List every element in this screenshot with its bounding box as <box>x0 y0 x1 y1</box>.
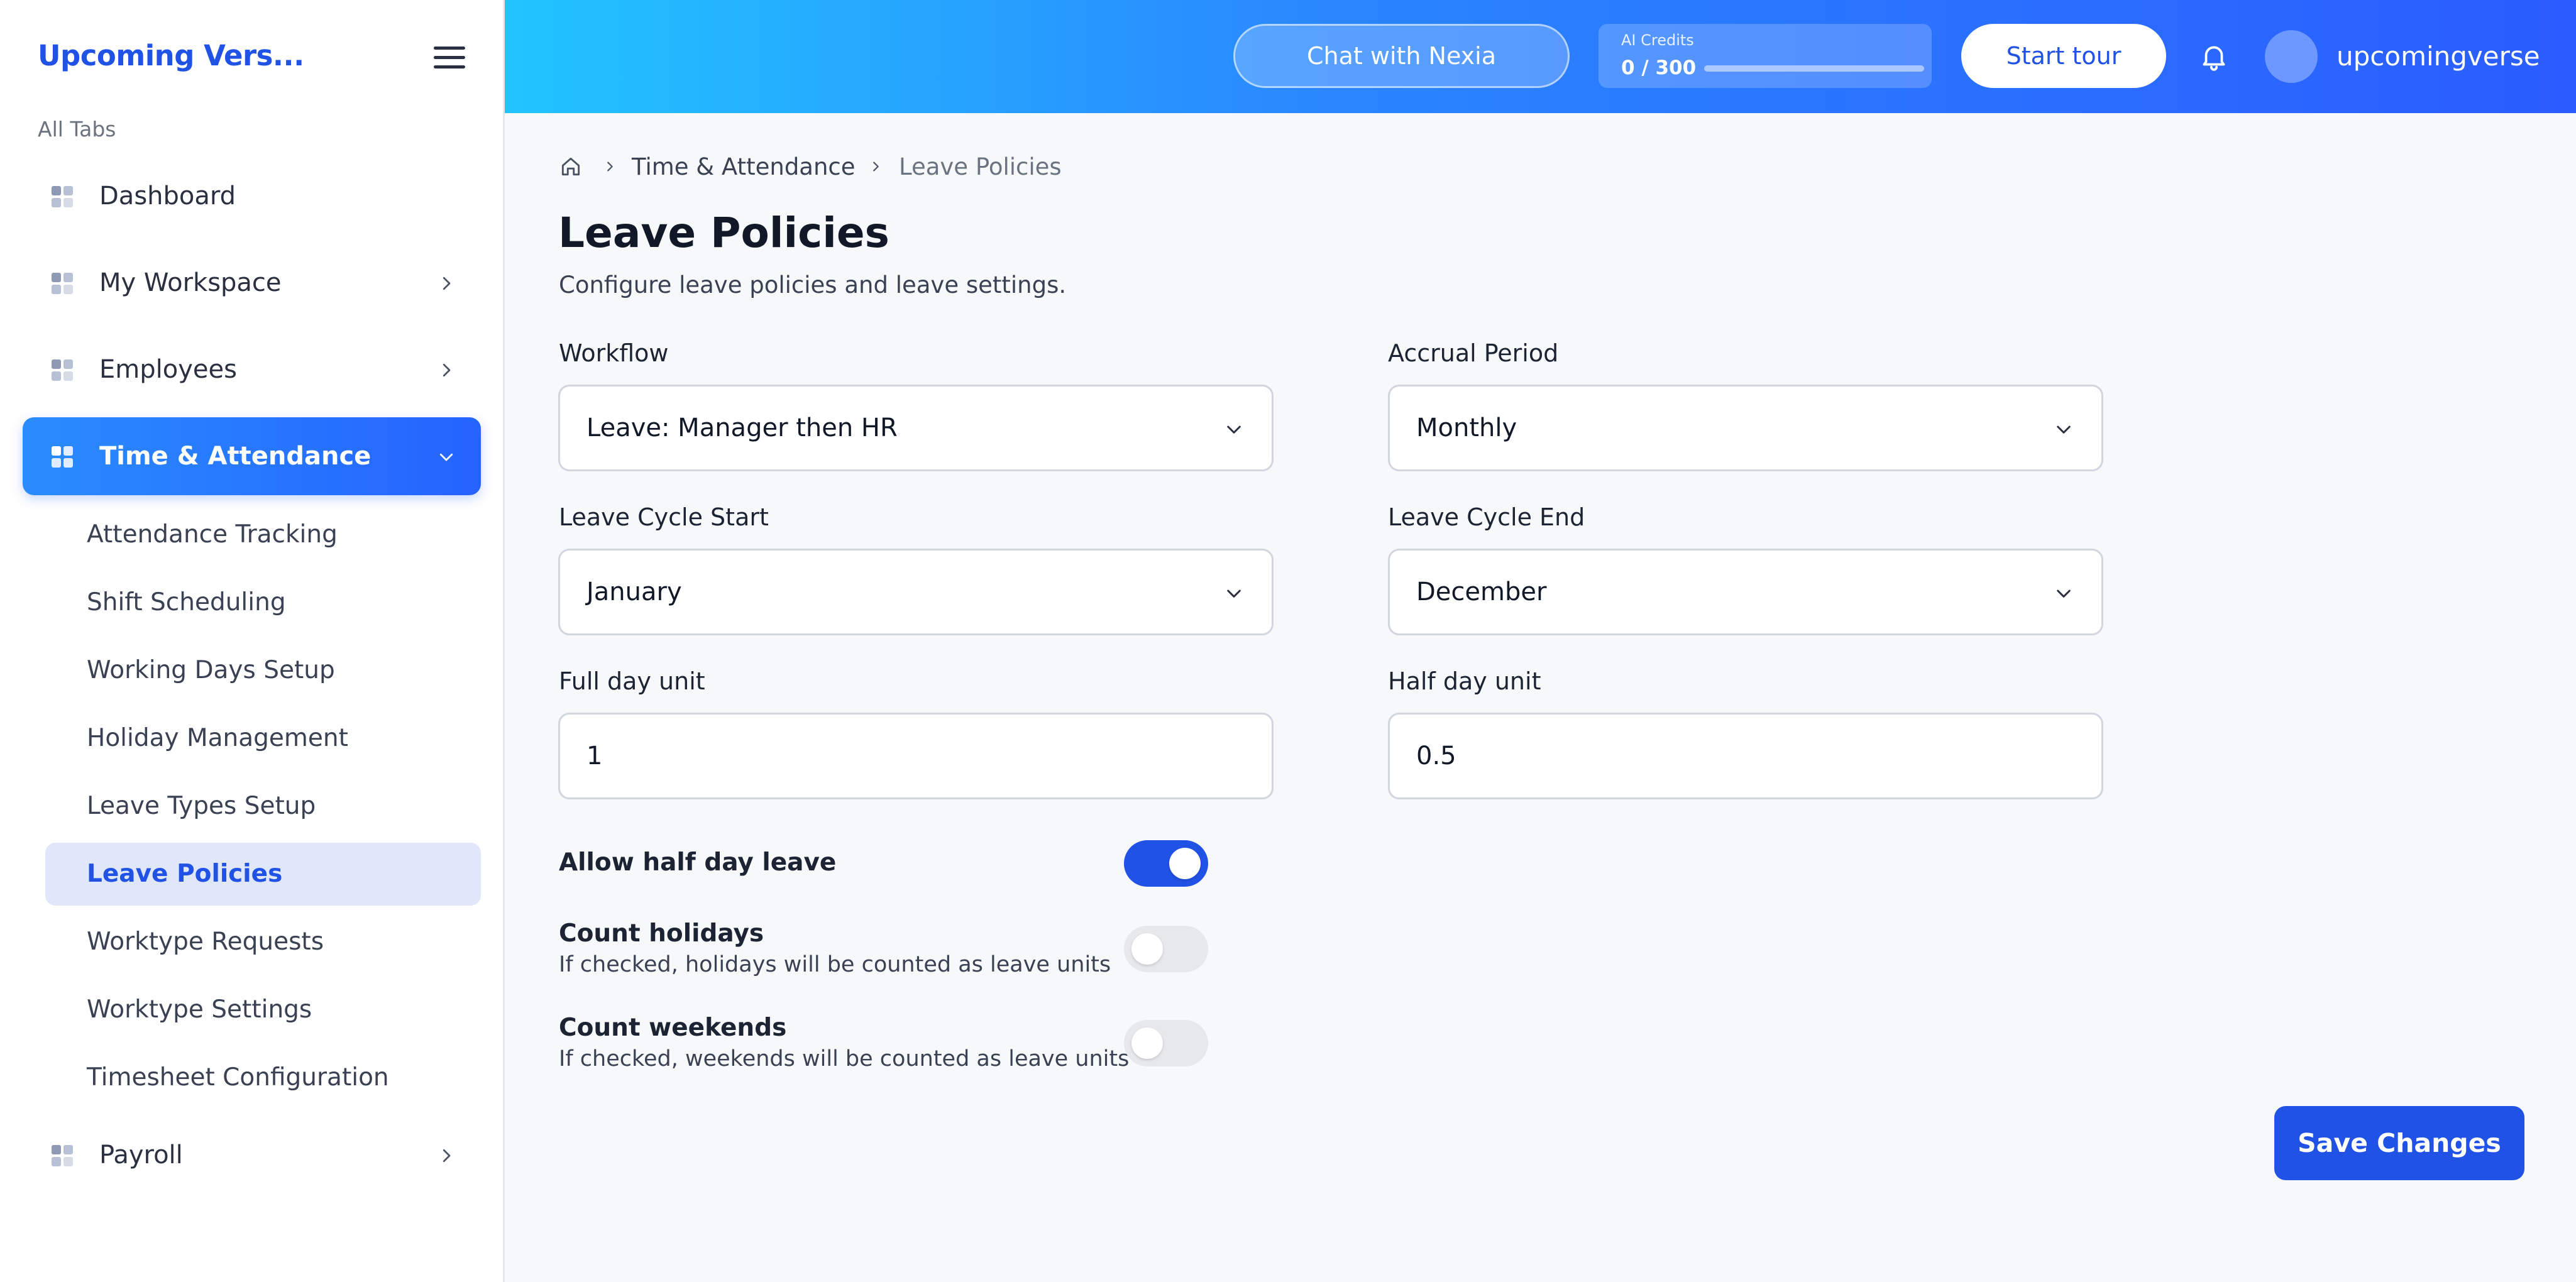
username[interactable]: upcomingverse <box>2337 0 2540 113</box>
grid-icon <box>52 273 73 294</box>
grid-icon <box>52 359 73 381</box>
leave-cycle-end-label: Leave Cycle End <box>1388 503 1585 531</box>
chevron-right-icon <box>873 162 879 172</box>
chevron-right-icon <box>443 1149 451 1163</box>
sidebar-subitem-label: Holiday Management <box>87 724 348 752</box>
sidebar-item-label: Dashboard <box>99 182 236 211</box>
sidebar-subitem-leave-policies[interactable]: Leave Policies <box>45 843 481 906</box>
sidebar-item-dashboard[interactable]: Dashboard <box>23 157 481 235</box>
sidebar-subitem-worktype-requests[interactable]: Worktype Requests <box>45 911 481 973</box>
leave-cycle-start-label: Leave Cycle Start <box>559 503 769 531</box>
sidebar-item-time-attendance[interactable]: Time & Attendance <box>23 417 481 495</box>
sidebar-subitem-label: Attendance Tracking <box>87 520 338 549</box>
chat-with-nexia-button[interactable]: Chat with Nexia <box>1233 24 1570 88</box>
section-label: All Tabs <box>38 117 116 141</box>
sidebar-item-employees[interactable]: Employees <box>23 331 481 408</box>
breadcrumb-item-current: Leave Policies <box>899 153 1062 180</box>
full-day-unit-label: Full day unit <box>559 667 705 695</box>
count-weekends-toggle[interactable] <box>1124 1020 1208 1066</box>
half-day-unit-input[interactable]: 0.5 <box>1388 713 2103 799</box>
count-holidays-description: If checked, holidays will be counted as … <box>559 952 1111 977</box>
workflow-select[interactable]: Leave: Manager then HR <box>558 385 1274 471</box>
chevron-right-icon <box>607 162 613 172</box>
sidebar-item-label: Time & Attendance <box>99 442 372 471</box>
toggle-knob <box>1131 1027 1163 1059</box>
leave-cycle-start-value: January <box>586 578 682 606</box>
start-tour-button[interactable]: Start tour <box>1961 24 2166 88</box>
sidebar-subitem-label: Working Days Setup <box>87 656 335 684</box>
sidebar-subitem-timesheet-configuration[interactable]: Timesheet Configuration <box>45 1046 481 1109</box>
chevron-down-icon <box>439 453 453 461</box>
sidebar-subitem-leave-types-setup[interactable]: Leave Types Setup <box>45 775 481 838</box>
count-weekends-label: Count weekends <box>559 1014 787 1042</box>
chevron-right-icon <box>443 277 451 290</box>
workflow-label: Workflow <box>559 339 669 367</box>
chevron-down-icon <box>2057 589 2071 598</box>
ai-credits-count: 0 / 300 <box>1621 57 1697 79</box>
ai-credits-title: AI Credits <box>1621 31 1694 49</box>
page-subtitle: Configure leave policies and leave setti… <box>559 271 1067 299</box>
half-day-unit-label: Half day unit <box>1388 667 1541 695</box>
chevron-right-icon <box>443 363 451 377</box>
avatar[interactable] <box>2265 30 2318 83</box>
chevron-down-icon <box>1227 589 1241 598</box>
sidebar-subitem-label: Leave Types Setup <box>87 792 316 820</box>
toggle-knob <box>1131 933 1163 965</box>
accrual-period-label: Accrual Period <box>1388 339 1559 367</box>
toggle-knob <box>1169 848 1201 879</box>
sidebar-subitem-label: Shift Scheduling <box>87 588 286 616</box>
workflow-value: Leave: Manager then HR <box>586 414 898 442</box>
accrual-period-select[interactable]: Monthly <box>1388 385 2103 471</box>
hamburger-menu-icon[interactable] <box>434 47 465 69</box>
top-header: Chat with Nexia AI Credits 0 / 300 Start… <box>505 0 2576 113</box>
sidebar-item-label: My Workspace <box>99 268 282 297</box>
sidebar-subitem-holiday-management[interactable]: Holiday Management <box>45 707 481 770</box>
sidebar-subitem-label: Worktype Settings <box>87 995 312 1024</box>
ai-credits-progress-bar <box>1704 65 1924 72</box>
sidebar-subitem-label: Leave Policies <box>87 860 283 888</box>
sidebar-subitem-attendance-tracking[interactable]: Attendance Tracking <box>45 503 481 566</box>
ai-credits-widget: AI Credits 0 / 300 <box>1599 24 1932 88</box>
grid-icon <box>52 1145 73 1166</box>
chevron-down-icon <box>2057 425 2071 434</box>
sidebar: Upcoming Vers... All Tabs Dashboard My W… <box>0 0 505 1282</box>
page-title: Leave Policies <box>558 209 889 257</box>
leave-cycle-end-select[interactable]: December <box>1388 549 2103 635</box>
count-holidays-toggle[interactable] <box>1124 926 1208 972</box>
breadcrumb-item-time-attendance[interactable]: Time & Attendance <box>632 150 856 185</box>
count-holidays-label: Count holidays <box>559 919 764 948</box>
sidebar-item-label: Employees <box>99 355 237 384</box>
leave-cycle-end-value: December <box>1416 578 1547 606</box>
chevron-down-icon <box>1227 425 1241 434</box>
sidebar-subitem-label: Timesheet Configuration <box>87 1063 389 1092</box>
sidebar-subitem-working-days-setup[interactable]: Working Days Setup <box>45 639 481 702</box>
half-day-unit-value: 0.5 <box>1416 742 1456 770</box>
count-weekends-description: If checked, weekends will be counted as … <box>559 1046 1130 1071</box>
sidebar-subitem-label: Worktype Requests <box>87 928 324 956</box>
brand-name[interactable]: Upcoming Vers... <box>38 39 304 72</box>
accrual-period-value: Monthly <box>1416 414 1517 442</box>
sidebar-item-label: Payroll <box>99 1141 183 1170</box>
leave-cycle-start-select[interactable]: January <box>558 549 1274 635</box>
grid-icon <box>52 446 73 468</box>
allow-half-day-leave-label: Allow half day leave <box>559 848 837 877</box>
allow-half-day-leave-toggle[interactable] <box>1124 840 1208 887</box>
grid-icon <box>52 186 73 207</box>
sidebar-item-my-workspace[interactable]: My Workspace <box>23 244 481 322</box>
full-day-unit-input[interactable]: 1 <box>558 713 1274 799</box>
sidebar-item-payroll[interactable]: Payroll <box>23 1116 481 1194</box>
bell-icon[interactable] <box>2198 39 2230 74</box>
home-icon[interactable] <box>559 155 583 178</box>
save-changes-button[interactable]: Save Changes <box>2274 1106 2524 1180</box>
sidebar-subitem-worktype-settings[interactable]: Worktype Settings <box>45 978 481 1041</box>
sidebar-subitem-shift-scheduling[interactable]: Shift Scheduling <box>45 571 481 634</box>
full-day-unit-value: 1 <box>586 742 603 770</box>
